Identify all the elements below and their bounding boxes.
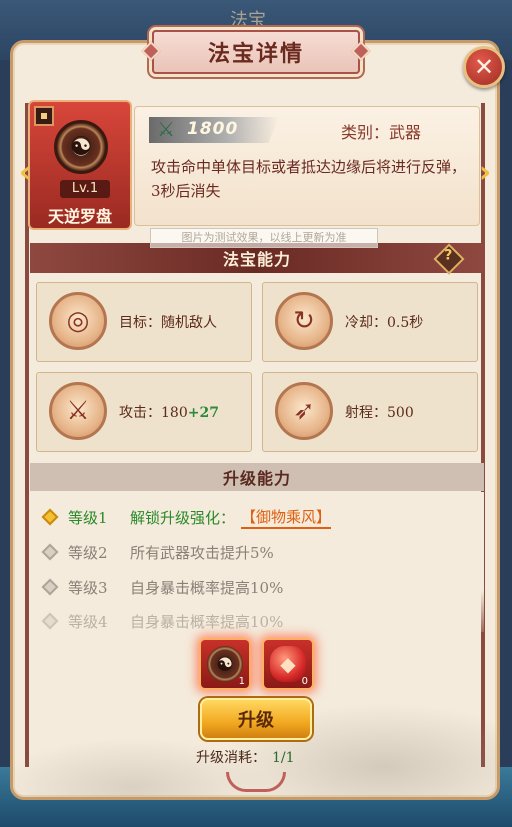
title-banner: 法宝详情 [141, 30, 371, 74]
ability-attack-text: 攻击：180+27 [119, 402, 219, 422]
cost-label: 升级消耗： [196, 750, 266, 766]
range-label: 射程： [345, 405, 387, 421]
target-value: 随机敌人 [161, 315, 217, 331]
abilities-title: 法宝能力 [222, 250, 291, 269]
material-slot[interactable]: ☯ 1 [199, 638, 251, 690]
upgrade-row: 等级4 自身暴击概率提高10% [41, 609, 284, 632]
attack-bonus: +27 [187, 405, 219, 421]
ability-range-text: 射程：500 [345, 402, 414, 422]
upgrade-row: 等级1 解锁升级强化： 【御物乘风】 [41, 505, 332, 529]
material-count: 0 [301, 676, 308, 687]
upgrade-level: 等级2 [68, 543, 108, 562]
cooldown-label: 冷却： [345, 315, 387, 331]
range-value: 500 [387, 405, 414, 421]
close-icon: ✕ [473, 53, 495, 81]
ability-target-text: 目标：随机敌人 [119, 312, 217, 332]
upgrade-level: 等级4 [68, 612, 108, 631]
upgrade-header: 升级能力 [30, 463, 484, 491]
compass-icon: ☯ [54, 120, 108, 174]
attack-value: 180 [161, 405, 188, 421]
crossed-swords-icon: ⚔ [157, 117, 175, 141]
prev-item-arrow-icon[interactable]: ‹ [12, 152, 38, 192]
upgrade-row: 等级2 所有武器攻击提升5% [41, 540, 274, 564]
item-info-box: ⚔ 1800 类别：武器 攻击命中单体目标或者抵达边缘后将进行反弹，3秒后消失 [134, 106, 480, 226]
upgrade-button[interactable]: 升级 [200, 698, 312, 740]
ability-attack: ⚔ 攻击：180+27 [36, 372, 252, 452]
upgrade-text: 解锁升级强化： [130, 508, 236, 527]
attack-swords-icon: ⚔ [49, 382, 107, 440]
ability-cooldown: ↻ 冷却：0.5秒 [262, 282, 478, 362]
item-corner-badge [34, 106, 54, 126]
cooldown-value: 0.5秒 [387, 315, 424, 331]
upgrade-title: 升级能力 [222, 469, 291, 488]
ability-range: ➶ 射程：500 [262, 372, 478, 452]
ability-cooldown-text: 冷却：0.5秒 [345, 312, 423, 332]
cost-value: 1/1 [272, 750, 295, 766]
item-name: 天逆罗盘 [47, 207, 112, 226]
upgrade-text: 自身暴击概率提高10% [130, 578, 284, 597]
upgrade-skill-link[interactable]: 【御物乘风】 [241, 506, 332, 529]
target-icon: ◎ [49, 292, 107, 350]
question-icon: ? [444, 247, 453, 264]
red-gem-icon: ◆ [270, 646, 306, 682]
diamond-active-icon [41, 508, 59, 526]
item-description: 攻击命中单体目标或者抵达边缘后将进行反弹，3秒后消失 [151, 158, 467, 200]
compass-icon: ☯ [207, 646, 243, 682]
upgrade-cost: 升级消耗： 1/1 [196, 747, 295, 767]
attack-label: 攻击： [119, 405, 161, 421]
item-card: ☯ Lv.1 天逆罗盘 [28, 100, 132, 230]
power-value: 1800 [187, 119, 239, 139]
material-slot[interactable]: ◆ 0 [262, 638, 314, 690]
item-level: Lv.1 [60, 180, 110, 198]
background-title: 法宝 [230, 10, 266, 31]
diamond-inactive-icon [41, 612, 59, 630]
close-button[interactable]: ✕ [463, 46, 505, 88]
upgrade-text: 自身暴击概率提高10% [130, 612, 284, 631]
upgrade-level: 等级3 [68, 578, 108, 597]
material-count: 1 [238, 676, 245, 687]
diamond-inactive-icon [41, 543, 59, 561]
page-title: 法宝详情 [207, 41, 304, 67]
upgrade-level: 等级1 [68, 508, 108, 527]
upgrade-text: 所有武器攻击提升5% [130, 543, 274, 562]
upgrade-list[interactable]: 等级1 解锁升级强化： 【御物乘风】 等级2 所有武器攻击提升5% 等级3 自身… [30, 492, 484, 632]
item-category: 类别：武器 [341, 123, 422, 142]
bow-icon: ➶ [275, 382, 333, 440]
ability-target: ◎ 目标：随机敌人 [36, 282, 252, 362]
next-item-arrow-icon[interactable]: › [472, 152, 498, 192]
upgrade-row: 等级3 自身暴击概率提高10% [41, 575, 284, 599]
cooldown-icon: ↻ [275, 292, 333, 350]
target-label: 目标： [119, 315, 161, 331]
test-watermark: 图片为测试效果，以线上更新为准 [150, 228, 378, 248]
diamond-inactive-icon [41, 578, 59, 596]
